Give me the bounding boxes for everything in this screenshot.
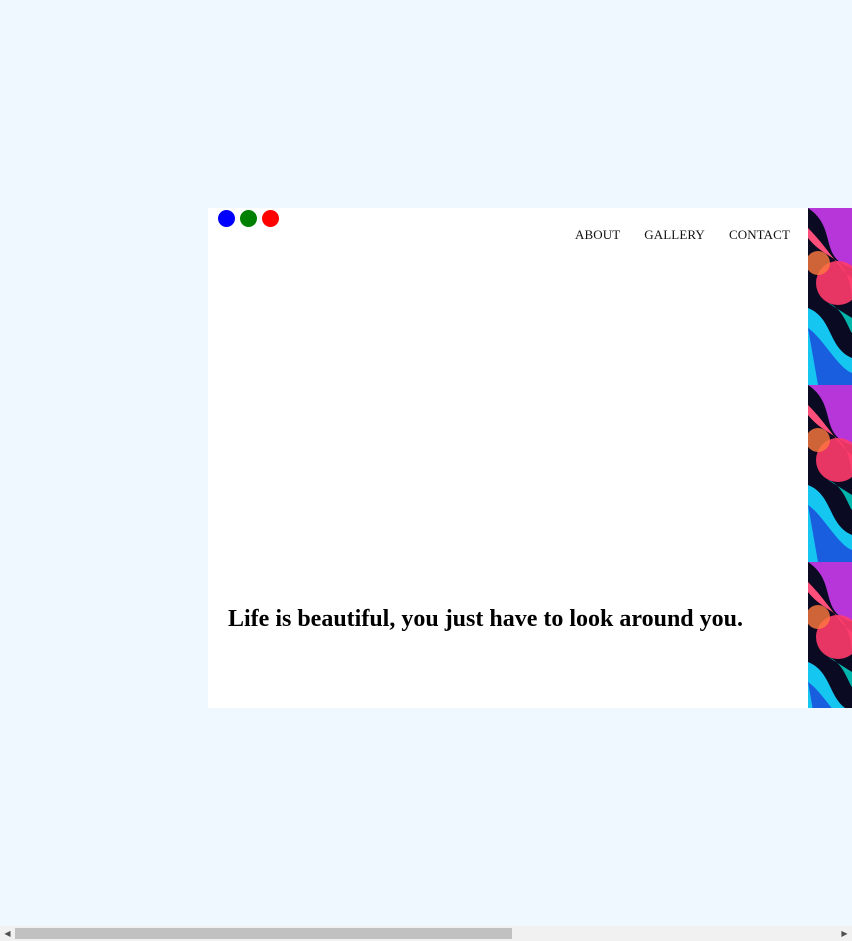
scrollbar-thumb[interactable] [15,928,512,939]
content-card: ABOUT GALLERY CONTACT Life is beautiful,… [208,208,808,708]
nav-link-about[interactable]: ABOUT [575,227,620,243]
blue-dot[interactable] [218,210,235,227]
top-nav: ABOUT GALLERY CONTACT [575,227,790,243]
nav-link-contact[interactable]: CONTACT [729,227,790,243]
scroll-right-arrow-icon[interactable]: ▶ [837,926,852,941]
green-dot[interactable] [240,210,257,227]
nav-link-gallery[interactable]: GALLERY [644,227,705,243]
art-tile [808,385,852,562]
abstract-art-image [808,208,852,708]
art-tile [808,562,852,708]
page: ABOUT GALLERY CONTACT Life is beautiful,… [0,0,852,941]
art-tile [808,208,852,385]
hero-headline: Life is beautiful, you just have to look… [228,606,743,632]
window-dots [218,210,279,227]
red-dot[interactable] [262,210,279,227]
scroll-left-arrow-icon[interactable]: ◀ [0,926,15,941]
horizontal-scrollbar[interactable]: ◀ ▶ [0,926,852,941]
